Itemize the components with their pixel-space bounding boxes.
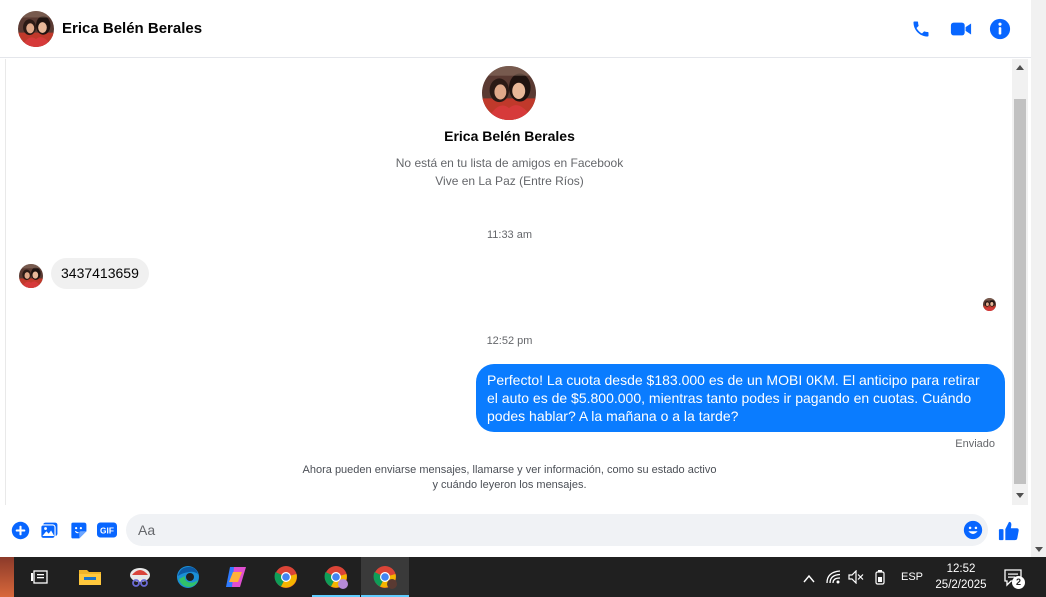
add-icon[interactable] (10, 520, 30, 540)
like-icon[interactable] (998, 520, 1020, 542)
video-call-icon[interactable] (949, 17, 973, 41)
emoji-icon[interactable] (963, 520, 983, 540)
notification-count-badge: 2 (1012, 576, 1025, 589)
notifications-icon[interactable]: 2 (1003, 567, 1025, 589)
show-hidden-icons-icon[interactable] (803, 571, 815, 589)
profile-name: Erica Belén Berales (444, 128, 575, 144)
outgoing-message[interactable]: Perfecto! La cuota desde $183.000 es de … (476, 364, 1005, 432)
scroll-up-arrow[interactable] (1016, 65, 1024, 70)
notice-line: y cuándo leyeron los mensajes. (432, 479, 587, 491)
info-icon[interactable] (988, 17, 1012, 41)
page-scroll-down-arrow[interactable] (1035, 547, 1043, 552)
edge-icon[interactable] (164, 557, 212, 597)
network-icon[interactable] (826, 570, 842, 589)
language-indicator[interactable]: ESP (901, 571, 923, 583)
message-status: Enviado (955, 438, 995, 450)
scroll-thumb[interactable] (1014, 99, 1026, 484)
windows-taskbar: ESP 12:52 25/2/2025 2 (0, 557, 1046, 597)
composer: GIF (0, 505, 1031, 557)
friend-status: No está en tu lista de amigos en Faceboo… (395, 156, 624, 170)
clock-time: 12:52 (946, 563, 976, 575)
clock[interactable]: 12:52 25/2/2025 (928, 561, 994, 593)
phone-icon[interactable] (909, 17, 933, 41)
svg-text:GIF: GIF (100, 526, 114, 536)
chat-header: Erica Belén Berales (0, 0, 1046, 58)
profile-avatar[interactable] (482, 66, 536, 120)
message-input[interactable] (126, 514, 988, 546)
photo-icon[interactable] (39, 520, 59, 540)
profile-location: Vive en La Paz (Entre Ríos) (435, 174, 584, 188)
page-scrollbar[interactable] (1031, 0, 1046, 557)
sticker-icon[interactable] (68, 520, 88, 540)
seen-indicator-avatar (983, 298, 996, 311)
snipping-tool-icon[interactable] (116, 557, 164, 597)
contact-avatar[interactable] (18, 11, 54, 47)
battery-icon[interactable] (874, 569, 886, 590)
volume-muted-icon[interactable] (848, 569, 864, 589)
notice-line: Ahora pueden enviarse mensajes, llamarse… (302, 464, 717, 476)
sender-avatar[interactable] (19, 264, 43, 288)
chrome-profile-2-icon[interactable] (361, 557, 409, 597)
chrome-profile-icon[interactable] (312, 557, 360, 597)
chat-scrollbar[interactable] (1012, 59, 1028, 505)
privacy-notice: Ahora pueden enviarse mensajes, llamarse… (6, 463, 1013, 493)
scroll-down-arrow[interactable] (1016, 493, 1024, 498)
task-view-icon[interactable] (16, 557, 64, 597)
file-explorer-icon[interactable] (66, 557, 114, 597)
timestamp: 11:33 am (486, 229, 533, 241)
clock-date: 25/2/2025 (935, 579, 987, 591)
copilot-icon[interactable] (212, 557, 260, 597)
chrome-icon[interactable] (262, 557, 310, 597)
widgets-icon[interactable] (0, 557, 14, 597)
contact-name[interactable]: Erica Belén Berales (62, 20, 202, 37)
timestamp: 12:52 pm (486, 335, 533, 347)
gif-icon[interactable]: GIF (97, 520, 117, 540)
message-list[interactable]: Erica Belén Berales No está en tu lista … (5, 59, 1012, 505)
incoming-message[interactable]: 3437413659 (51, 258, 149, 289)
